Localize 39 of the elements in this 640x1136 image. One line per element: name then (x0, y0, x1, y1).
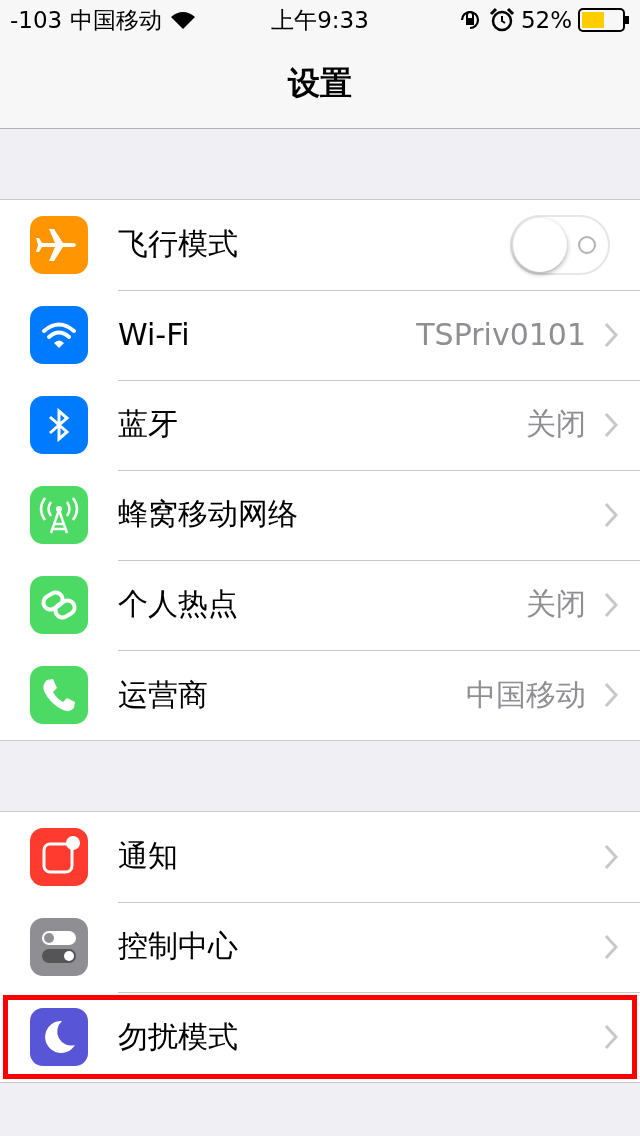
chevron-icon (604, 591, 618, 618)
alarm-clock-icon (488, 7, 515, 33)
chevron-icon (604, 1024, 618, 1050)
row-value: 关闭 (526, 585, 586, 623)
toggle-switch[interactable] (510, 214, 610, 275)
battery-percent: 52% (520, 7, 572, 33)
settings-row[interactable]: 控制中心 (0, 902, 640, 992)
row-value: TSPriv0101 (416, 317, 586, 352)
row-label: 飞行模式 (118, 225, 239, 263)
chevron-icon (604, 321, 618, 348)
row-label: 蓝牙 (118, 405, 179, 443)
settings-row[interactable]: 运营商 中国移动 (0, 650, 640, 740)
settings-row[interactable]: 蜂窝移动网络 (0, 470, 640, 560)
row-label: 个人热点 (118, 585, 239, 623)
settings-row[interactable]: 通知 (0, 812, 640, 902)
row-label: Wi-Fi (118, 317, 191, 352)
carrier-name: 中国移动 (70, 5, 163, 35)
row-label: 蜂窝移动网络 (118, 495, 299, 533)
chevron-icon (604, 682, 618, 708)
wifi-icon (170, 10, 197, 30)
chevron-icon (604, 501, 618, 528)
row-value: 关闭 (526, 405, 586, 443)
highlight-frame[interactable]: 勿扰模式 (0, 992, 640, 1082)
row-label: 勿扰模式 (118, 1017, 239, 1056)
settings-row[interactable]: 个人热点 关闭 (0, 560, 640, 650)
row-label: 运营商 (118, 675, 209, 714)
status-time: 上午9:33 (271, 6, 369, 33)
row-label: 通知 (118, 837, 179, 875)
signal-strength: -103 (10, 7, 63, 33)
settings-row[interactable]: 飞行模式 (0, 200, 640, 290)
battery-icon (578, 8, 630, 32)
settings-row[interactable]: Wi-Fi TSPriv0101 (0, 290, 640, 380)
chevron-icon (604, 843, 618, 870)
settings-row[interactable]: 蓝牙 关闭 (0, 380, 640, 470)
chevron-icon (604, 933, 618, 960)
chevron-icon (604, 411, 618, 438)
page-title: 设置 (288, 63, 352, 104)
row-value: 中国移动 (466, 675, 586, 714)
row-label: 控制中心 (118, 927, 239, 965)
